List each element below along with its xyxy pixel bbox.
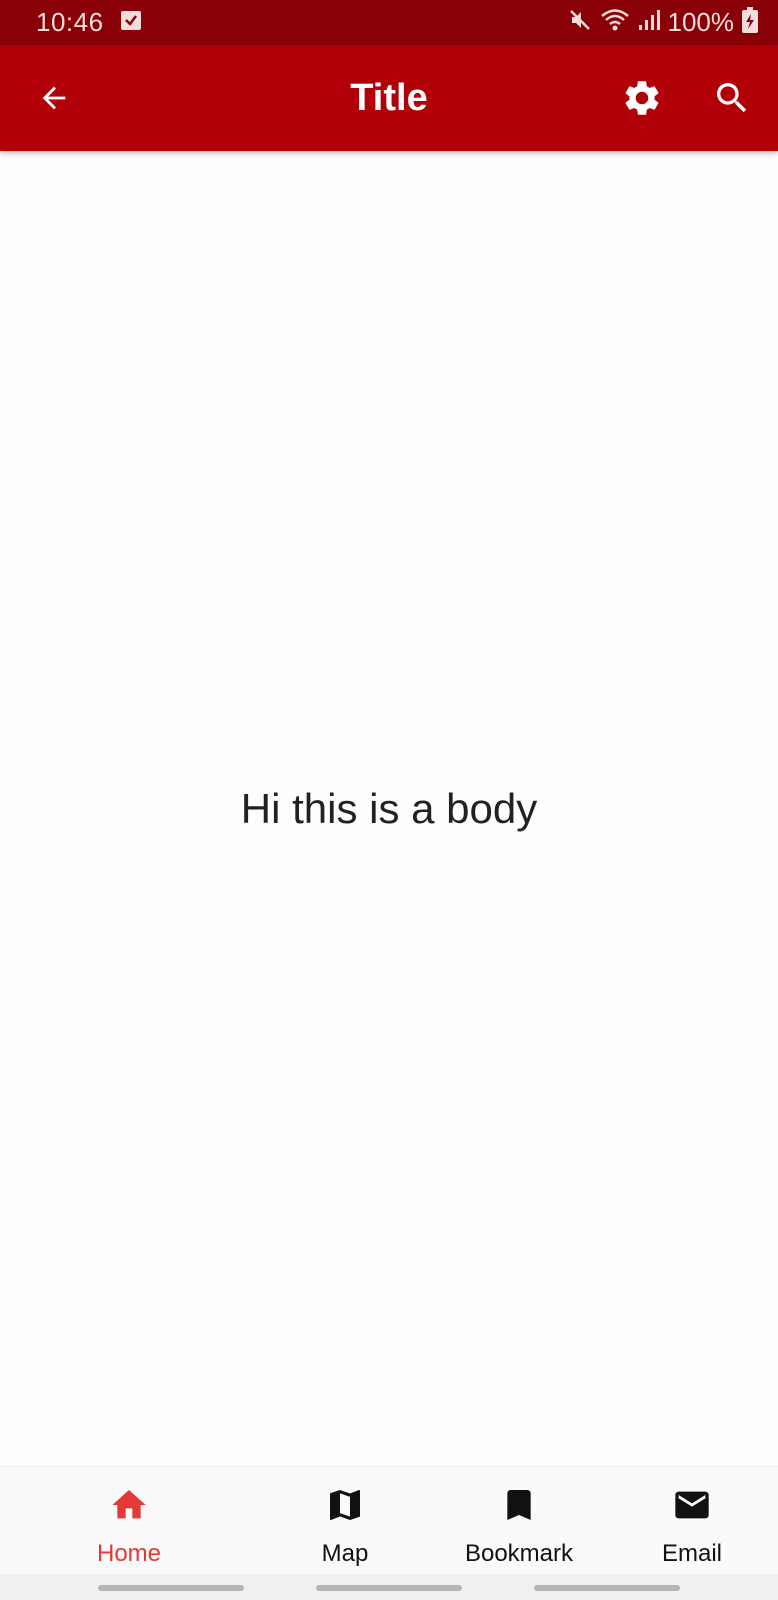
nav-label-email: Email [661,1540,722,1567]
nav-label-bookmark: Bookmark [464,1540,574,1567]
gear-icon [625,81,659,115]
bookmark-icon [507,1490,531,1520]
search-icon [717,83,747,113]
calendar-check-icon [120,9,142,36]
body-text: Hi this is a body [240,785,538,832]
app-bar: Title [0,45,778,151]
status-bar: 10:46 100% [0,0,778,45]
system-navigation-bar [0,1574,778,1600]
system-nav-recents[interactable] [98,1585,244,1591]
system-nav-home[interactable] [316,1585,462,1591]
nav-item-map[interactable]: Map [270,1467,420,1575]
status-bar-right: 100% [560,7,758,38]
wifi-icon [600,8,630,37]
status-bar-left: 10:46 [36,7,142,38]
nav-item-bookmark[interactable]: Bookmark [444,1467,594,1575]
system-nav-back[interactable] [534,1585,680,1591]
search-button[interactable] [704,70,760,126]
body-area: Hi this is a body [0,151,778,1466]
email-icon [675,1491,709,1519]
nav-item-email[interactable]: Email [617,1467,767,1575]
mute-icon [568,8,592,37]
nav-label-map: Map [321,1540,369,1567]
signal-icon [638,9,660,36]
status-time: 10:46 [36,7,104,37]
battery-percent: 100% [667,7,735,37]
map-icon [330,1490,360,1520]
settings-button[interactable] [614,70,670,126]
home-icon [112,1490,146,1519]
nav-label-home: Home [96,1540,162,1567]
battery-charging-icon [742,7,758,38]
nav-item-home[interactable]: Home [54,1467,204,1575]
bottom-navigation: Home Map Bookmark Email [0,1466,778,1575]
